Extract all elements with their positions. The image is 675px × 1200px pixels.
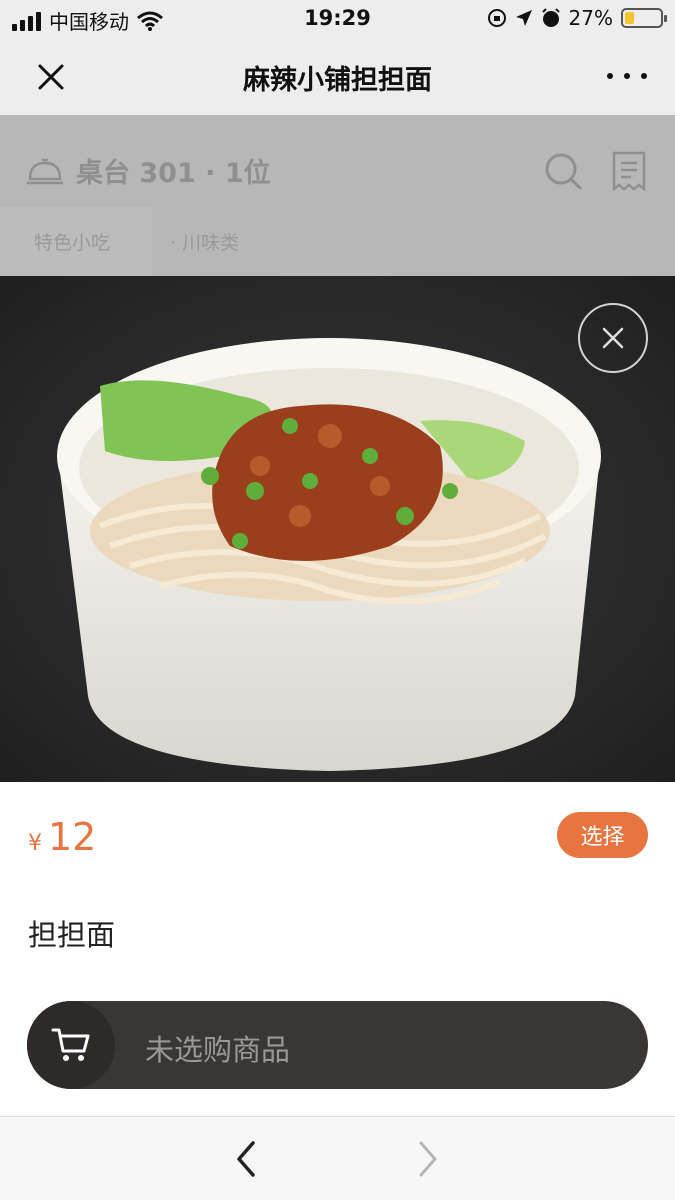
more-button[interactable] bbox=[607, 62, 647, 90]
search-icon[interactable] bbox=[543, 151, 583, 191]
battery-icon bbox=[621, 8, 667, 28]
receipt-icon[interactable] bbox=[611, 151, 647, 191]
close-button[interactable] bbox=[28, 54, 74, 100]
close-icon bbox=[38, 64, 64, 90]
more-icon-dot bbox=[641, 73, 647, 79]
dish-name: 担担面 bbox=[28, 918, 116, 952]
alarm-icon bbox=[541, 8, 560, 27]
price-value: 12 bbox=[48, 815, 97, 859]
cart-empty-label: 未选购商品 bbox=[145, 1033, 291, 1067]
choose-button[interactable]: 选择 bbox=[557, 812, 648, 858]
rotation-lock-icon bbox=[487, 9, 506, 27]
cart-button[interactable] bbox=[27, 1001, 115, 1089]
chevron-left-icon[interactable] bbox=[228, 1139, 264, 1179]
status-right: 27% bbox=[487, 6, 667, 30]
chevron-right-icon[interactable] bbox=[410, 1139, 446, 1179]
screen: 中国移动 19:29 27% 麻辣小铺担担面 桌台 301 · 1位 特色小吃 … bbox=[0, 0, 675, 1200]
bottom-nav bbox=[0, 1116, 675, 1200]
more-icon-dot bbox=[607, 73, 613, 79]
price: ¥ 12 bbox=[28, 815, 96, 859]
title-bar: 麻辣小铺担担面 bbox=[0, 38, 675, 115]
category-tab[interactable]: · 川味类 bbox=[170, 207, 239, 276]
close-detail-button[interactable] bbox=[578, 303, 648, 373]
dish-photo bbox=[0, 276, 675, 782]
close-icon bbox=[602, 327, 624, 349]
location-icon bbox=[515, 10, 532, 26]
category-tabs: 特色小吃 · 川味类 bbox=[0, 207, 675, 276]
cart-bar[interactable]: 未选购商品 bbox=[27, 1001, 648, 1089]
table-label: 桌台 301 · 1位 bbox=[76, 158, 271, 189]
cart-icon bbox=[51, 1028, 90, 1061]
category-tab[interactable]: 特色小吃 bbox=[0, 207, 152, 276]
more-icon-dot bbox=[624, 73, 630, 79]
status-bar: 中国移动 19:29 27% bbox=[0, 0, 675, 38]
battery-percent: 27% bbox=[568, 6, 613, 30]
currency-symbol: ¥ bbox=[28, 831, 42, 856]
dimmed-header: 桌台 301 · 1位 特色小吃 · 川味类 bbox=[0, 115, 675, 276]
page-title: 麻辣小铺担担面 bbox=[243, 65, 432, 96]
noodle-bowl-illustration bbox=[0, 276, 675, 782]
table-info: 桌台 301 · 1位 bbox=[26, 151, 271, 190]
service-bell-icon bbox=[27, 158, 63, 184]
